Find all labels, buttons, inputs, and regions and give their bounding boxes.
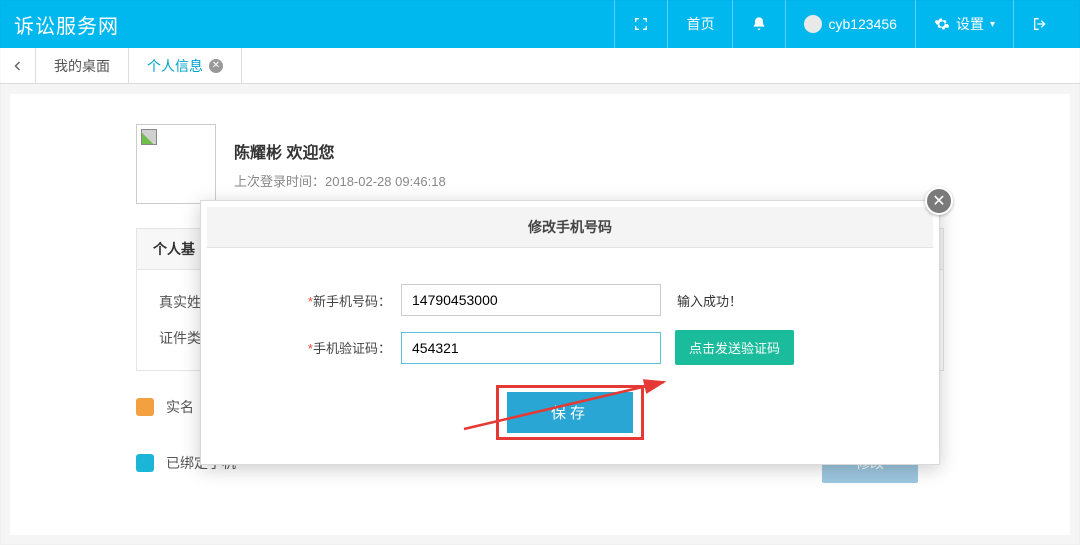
caret-down-icon: ▾ xyxy=(990,19,995,30)
notifications-button[interactable] xyxy=(732,0,785,48)
tab-bar: 我的桌面 个人信息 ✕ xyxy=(0,48,1080,84)
verification-code-input[interactable] xyxy=(401,332,661,364)
close-icon: ✕ xyxy=(932,191,945,211)
gear-icon xyxy=(934,16,950,32)
tab-profile[interactable]: 个人信息 ✕ xyxy=(129,48,242,83)
logout-icon xyxy=(1032,16,1048,32)
tab-back-button[interactable] xyxy=(0,48,36,83)
id-card-icon xyxy=(136,398,154,416)
new-phone-input[interactable] xyxy=(401,284,661,316)
logout-button[interactable] xyxy=(1013,0,1066,48)
form-row-phone: *新手机号码： 输入成功！ xyxy=(221,284,919,316)
phone-label: *新手机号码： xyxy=(221,291,401,310)
last-login-label: 上次登录时间： xyxy=(234,174,325,189)
modal-close-button[interactable]: ✕ xyxy=(925,187,953,215)
save-highlight-box: 保存 xyxy=(496,385,644,440)
settings-menu[interactable]: 设置 ▾ xyxy=(915,0,1013,48)
phone-icon xyxy=(136,454,154,472)
tab-profile-label: 个人信息 xyxy=(147,56,203,76)
last-login: 上次登录时间：2018-02-28 09:46:18 xyxy=(234,171,446,190)
profile-avatar-placeholder xyxy=(136,124,216,204)
save-button[interactable]: 保存 xyxy=(507,392,633,433)
bell-icon xyxy=(751,16,767,32)
tab-desktop-label: 我的桌面 xyxy=(54,56,110,76)
fullscreen-button[interactable] xyxy=(614,0,667,48)
home-label: 首页 xyxy=(686,14,714,34)
realname-status-label: 实名 xyxy=(166,397,194,417)
topbar-nav: 首页 cyb123456 设置 ▾ xyxy=(614,0,1066,48)
tab-close-icon[interactable]: ✕ xyxy=(209,59,223,73)
send-code-button[interactable]: 点击发送验证码 xyxy=(675,330,794,365)
brand-title: 诉讼服务网 xyxy=(14,10,614,39)
modal-title: 修改手机号码 xyxy=(207,207,933,248)
username-label: cyb123456 xyxy=(828,16,897,32)
change-phone-modal: ✕ 修改手机号码 *新手机号码： 输入成功！ *手机验证码： 点击发送验证码 保… xyxy=(200,200,940,465)
broken-image-icon xyxy=(141,129,157,145)
tab-desktop[interactable]: 我的桌面 xyxy=(36,48,129,83)
save-row: 保存 xyxy=(221,385,919,440)
home-link[interactable]: 首页 xyxy=(667,0,732,48)
code-label: *手机验证码： xyxy=(221,338,401,357)
phone-hint: 输入成功！ xyxy=(677,291,742,310)
avatar-icon xyxy=(804,15,822,33)
form-row-code: *手机验证码： 点击发送验证码 xyxy=(221,330,919,365)
modal-body: *新手机号码： 输入成功！ *手机验证码： 点击发送验证码 保存 xyxy=(201,254,939,464)
chevron-left-icon xyxy=(12,60,24,72)
welcome-title: 陈耀彬 欢迎您 xyxy=(234,139,446,163)
last-login-time: 2018-02-28 09:46:18 xyxy=(325,174,446,189)
settings-label: 设置 xyxy=(956,14,984,34)
user-menu[interactable]: cyb123456 xyxy=(785,0,915,48)
fullscreen-icon xyxy=(633,16,649,32)
topbar: 诉讼服务网 首页 cyb123456 设置 ▾ xyxy=(0,0,1080,48)
